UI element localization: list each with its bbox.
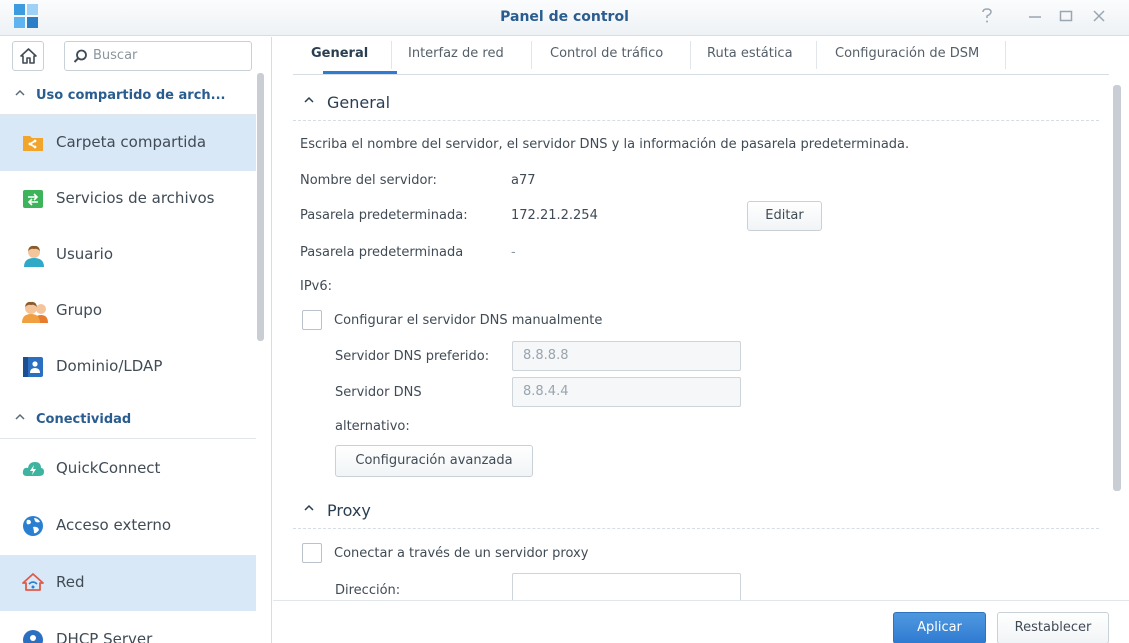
search-box[interactable] bbox=[64, 41, 252, 71]
sidebar-item-label: Acceso externo bbox=[56, 516, 172, 534]
proxy-address-label: Dirección: bbox=[335, 583, 401, 598]
title-bar: Panel de control bbox=[0, 0, 1129, 36]
sidebar-item-label: Grupo bbox=[56, 301, 102, 319]
sidebar-item-external-access[interactable]: Acceso externo bbox=[0, 498, 256, 554]
section-connectivity[interactable]: Conectividad bbox=[0, 401, 256, 439]
section-label: Conectividad bbox=[36, 412, 132, 427]
tab-dsm-settings[interactable]: Configuración de DSM bbox=[835, 46, 979, 61]
section-file-sharing[interactable]: Uso compartido de arch... bbox=[0, 77, 256, 115]
sidebar-scrollbar[interactable] bbox=[257, 73, 264, 341]
group-icon bbox=[22, 300, 48, 323]
sidebar-item-dhcp-server[interactable]: DHCP Server bbox=[0, 612, 256, 643]
preferred-dns-label: Servidor DNS preferido: bbox=[335, 349, 490, 364]
proxy-section-title: Proxy bbox=[327, 501, 371, 520]
manual-dns-label: Configurar el servidor DNS manualmente bbox=[334, 313, 603, 328]
minimize-icon[interactable] bbox=[1025, 8, 1045, 28]
proxy-address-field[interactable] bbox=[512, 573, 741, 600]
chevron-up-icon bbox=[303, 94, 315, 109]
sidebar-item-network[interactable]: Red bbox=[0, 555, 256, 611]
sidebar-item-shared-folder[interactable]: Carpeta compartida bbox=[0, 115, 256, 171]
tab-divider bbox=[531, 41, 532, 69]
tab-traffic-control[interactable]: Control de tráfico bbox=[550, 46, 663, 61]
server-name-value: a77 bbox=[511, 173, 536, 188]
sidebar-item-label: Carpeta compartida bbox=[56, 133, 207, 151]
proxy-address-input[interactable] bbox=[523, 580, 723, 595]
help-icon[interactable] bbox=[977, 8, 997, 28]
user-icon bbox=[22, 244, 44, 267]
alternate-dns-input[interactable] bbox=[523, 384, 723, 399]
settings-content: General Escriba el nombre del servidor, … bbox=[293, 77, 1099, 600]
tab-divider bbox=[690, 41, 691, 69]
alternate-dns-field[interactable] bbox=[512, 377, 741, 407]
folder-share-icon bbox=[22, 132, 44, 154]
main-panel: General Interfaz de red Control de tráfi… bbox=[273, 37, 1129, 643]
sidebar-item-group[interactable]: Grupo bbox=[0, 283, 256, 339]
search-icon bbox=[73, 49, 87, 63]
general-section-title: General bbox=[327, 93, 391, 112]
tab-bar: General Interfaz de red Control de tráfi… bbox=[293, 37, 1109, 75]
close-icon[interactable] bbox=[1089, 8, 1109, 28]
reset-button[interactable]: Restablecer bbox=[997, 612, 1109, 643]
tab-static-route[interactable]: Ruta estática bbox=[707, 46, 793, 61]
maximize-icon[interactable] bbox=[1056, 8, 1076, 28]
footer-bar: Aplicar Restablecer bbox=[273, 600, 1129, 643]
tab-network-interface[interactable]: Interfaz de red bbox=[408, 46, 504, 61]
home-icon bbox=[20, 48, 37, 64]
file-services-icon bbox=[22, 188, 44, 210]
sidebar-item-label: Servicios de archivos bbox=[56, 189, 215, 207]
chevron-up-icon bbox=[14, 411, 26, 426]
default-gateway-label: Pasarela predeterminada: bbox=[300, 208, 468, 223]
sidebar: Uso compartido de arch... Carpeta compar… bbox=[0, 37, 272, 643]
tab-general[interactable]: General bbox=[311, 46, 368, 61]
advanced-settings-button[interactable]: Configuración avanzada bbox=[335, 445, 533, 477]
proxy-checkbox[interactable] bbox=[302, 543, 322, 563]
sidebar-item-file-services[interactable]: Servicios de archivos bbox=[0, 171, 256, 227]
preferred-dns-input[interactable] bbox=[523, 348, 723, 363]
dhcp-icon bbox=[22, 629, 44, 643]
sidebar-item-label: Usuario bbox=[56, 245, 114, 263]
ipv6-label: IPv6: bbox=[300, 279, 333, 294]
chevron-up-icon bbox=[303, 502, 315, 517]
tab-divider bbox=[1005, 41, 1006, 69]
proxy-connect-label: Conectar a través de un servidor proxy bbox=[334, 546, 589, 561]
window-title: Panel de control bbox=[500, 9, 629, 25]
manual-dns-checkbox[interactable] bbox=[302, 310, 322, 330]
general-description: Escriba el nombre del servidor, el servi… bbox=[300, 137, 910, 152]
sidebar-item-quickconnect[interactable]: QuickConnect bbox=[0, 441, 256, 497]
quickconnect-icon bbox=[22, 458, 44, 480]
sidebar-item-label: QuickConnect bbox=[56, 459, 161, 477]
sidebar-item-domain-ldap[interactable]: Dominio/LDAP bbox=[0, 339, 256, 395]
network-house-icon bbox=[22, 572, 44, 594]
active-tab-indicator bbox=[323, 71, 397, 74]
default-gateway-ipv6-value: - bbox=[511, 245, 516, 260]
edit-button[interactable]: Editar bbox=[747, 201, 822, 231]
apply-button[interactable]: Aplicar bbox=[893, 612, 986, 643]
domain-icon bbox=[22, 356, 44, 378]
tab-divider bbox=[816, 41, 817, 69]
alternate-dns-label-line2: alternativo: bbox=[335, 419, 410, 434]
alternate-dns-label-line1: Servidor DNS bbox=[335, 385, 422, 400]
globe-icon bbox=[22, 515, 44, 537]
chevron-up-icon bbox=[14, 87, 26, 102]
section-label: Uso compartido de arch... bbox=[36, 88, 226, 103]
preferred-dns-field[interactable] bbox=[512, 341, 741, 371]
server-name-label: Nombre del servidor: bbox=[300, 173, 437, 188]
sidebar-item-user[interactable]: Usuario bbox=[0, 227, 256, 283]
sidebar-item-label: Dominio/LDAP bbox=[56, 357, 163, 375]
content-scrollbar[interactable] bbox=[1113, 85, 1121, 491]
default-gateway-ipv6-label: Pasarela predeterminada bbox=[300, 245, 464, 260]
general-section-header[interactable]: General bbox=[293, 83, 1099, 121]
default-gateway-value: 172.21.2.254 bbox=[511, 208, 598, 223]
search-input[interactable] bbox=[93, 48, 243, 63]
proxy-section-header[interactable]: Proxy bbox=[293, 491, 1099, 529]
tab-divider bbox=[391, 41, 392, 69]
sidebar-item-label: Red bbox=[56, 573, 85, 591]
home-button[interactable] bbox=[12, 41, 44, 71]
sidebar-item-label: DHCP Server bbox=[56, 630, 153, 643]
